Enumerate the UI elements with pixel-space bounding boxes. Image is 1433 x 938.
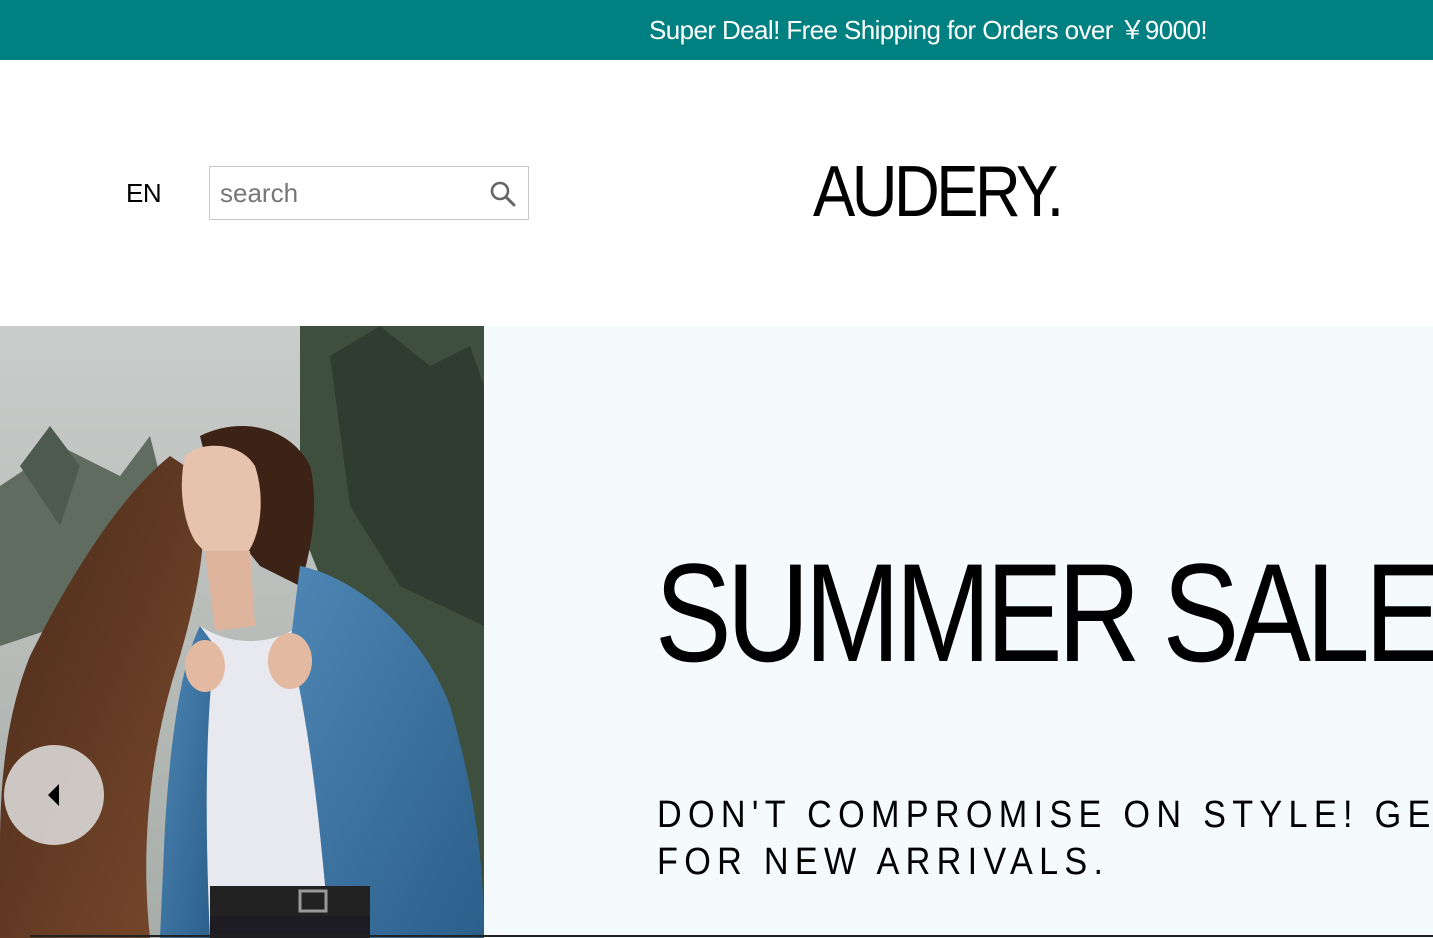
hero-description: DON'T COMPROMISE ON STYLE! GET FOR NEW A…	[657, 794, 1433, 883]
search-input[interactable]	[220, 175, 480, 211]
hero-banner: SUMMER SALE DON'T COMPROMISE ON STYLE! G…	[0, 326, 1433, 938]
search-icon[interactable]	[488, 179, 518, 209]
announcement-text: Super Deal! Free Shipping for Orders ove…	[649, 15, 1208, 45]
hero-title: SUMMER SALE	[655, 534, 1433, 691]
site-logo[interactable]: AUDERY.	[813, 152, 1064, 232]
announcement-bar: Super Deal! Free Shipping for Orders ove…	[0, 0, 1433, 60]
search-box	[209, 166, 529, 220]
hero-image	[0, 326, 484, 938]
chevron-left-icon	[48, 784, 59, 806]
divider	[30, 935, 1433, 937]
site-header: EN AUDERY.	[0, 60, 1433, 326]
language-selector[interactable]: EN	[126, 177, 162, 209]
carousel-prev-button[interactable]	[4, 745, 104, 845]
